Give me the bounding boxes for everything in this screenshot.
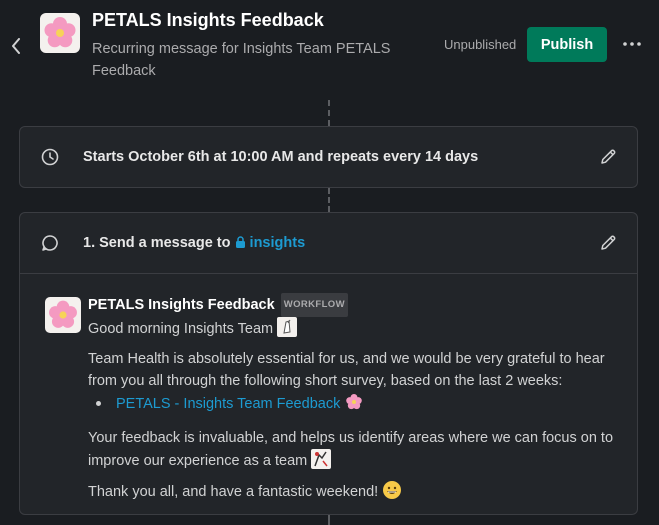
workflow-subtitle: Recurring message for Insights Team PETA…	[92, 41, 391, 79]
waving-sticker-icon	[277, 317, 298, 337]
sender-name: PETALS Insights Feedback	[88, 297, 275, 313]
step-connector	[328, 188, 330, 212]
card-divider	[20, 273, 637, 274]
channel-mention[interactable]: insights	[235, 235, 306, 251]
step-prefix: 1. Send a message to	[83, 235, 231, 251]
sender-avatar	[45, 297, 81, 333]
message-closing: Thank you all, and have a fantastic week…	[88, 480, 628, 507]
message-bubble-icon	[40, 233, 60, 253]
send-message-step-card[interactable]: 1. Send a message to insights PETALS Ins…	[19, 212, 638, 515]
step-title: 1. Send a message to insights	[83, 235, 305, 251]
publish-button[interactable]: Publish	[527, 27, 607, 62]
list-item: PETALS - Insights Team Feedback	[88, 392, 628, 419]
cherry-blossom-icon	[344, 392, 364, 419]
workflow-badge: WORKFLOW	[280, 293, 348, 317]
publish-status: Unpublished	[444, 37, 517, 52]
paragraph-2-text: Your feedback is invaluable, and helps u…	[88, 430, 614, 469]
edit-step-pencil-icon[interactable]	[597, 232, 619, 254]
step-connector	[328, 515, 330, 525]
back-icon[interactable]	[6, 34, 26, 58]
message-paragraph-1: Team Health is absolutely essential for …	[88, 351, 605, 389]
workflow-title: PETALS Insights Feedback	[92, 10, 324, 30]
workflow-header: PETALS Insights Feedback Recurring messa…	[0, 0, 659, 100]
workflow-avatar	[40, 13, 80, 53]
more-options-icon[interactable]	[620, 34, 644, 54]
trigger-text: Starts October 6th at 10:00 AM and repea…	[83, 149, 479, 165]
team-sticker-icon	[311, 449, 332, 469]
survey-link[interactable]: PETALS - Insights Team Feedback	[116, 396, 340, 412]
greeting-text: Good morning Insights Team	[88, 321, 274, 337]
step-connector	[328, 100, 330, 126]
channel-name: insights	[249, 235, 306, 251]
edit-trigger-pencil-icon[interactable]	[597, 146, 619, 168]
clock-icon	[40, 147, 60, 167]
message-paragraph-2: Your feedback is invaluable, and helps u…	[88, 427, 628, 472]
grinning-face-icon	[382, 480, 402, 507]
message-preview: PETALS Insights Feedback WORKFLOW Good m…	[88, 293, 628, 507]
closing-text: Thank you all, and have a fantastic week…	[88, 484, 379, 500]
trigger-card[interactable]: Starts October 6th at 10:00 AM and repea…	[19, 126, 638, 188]
